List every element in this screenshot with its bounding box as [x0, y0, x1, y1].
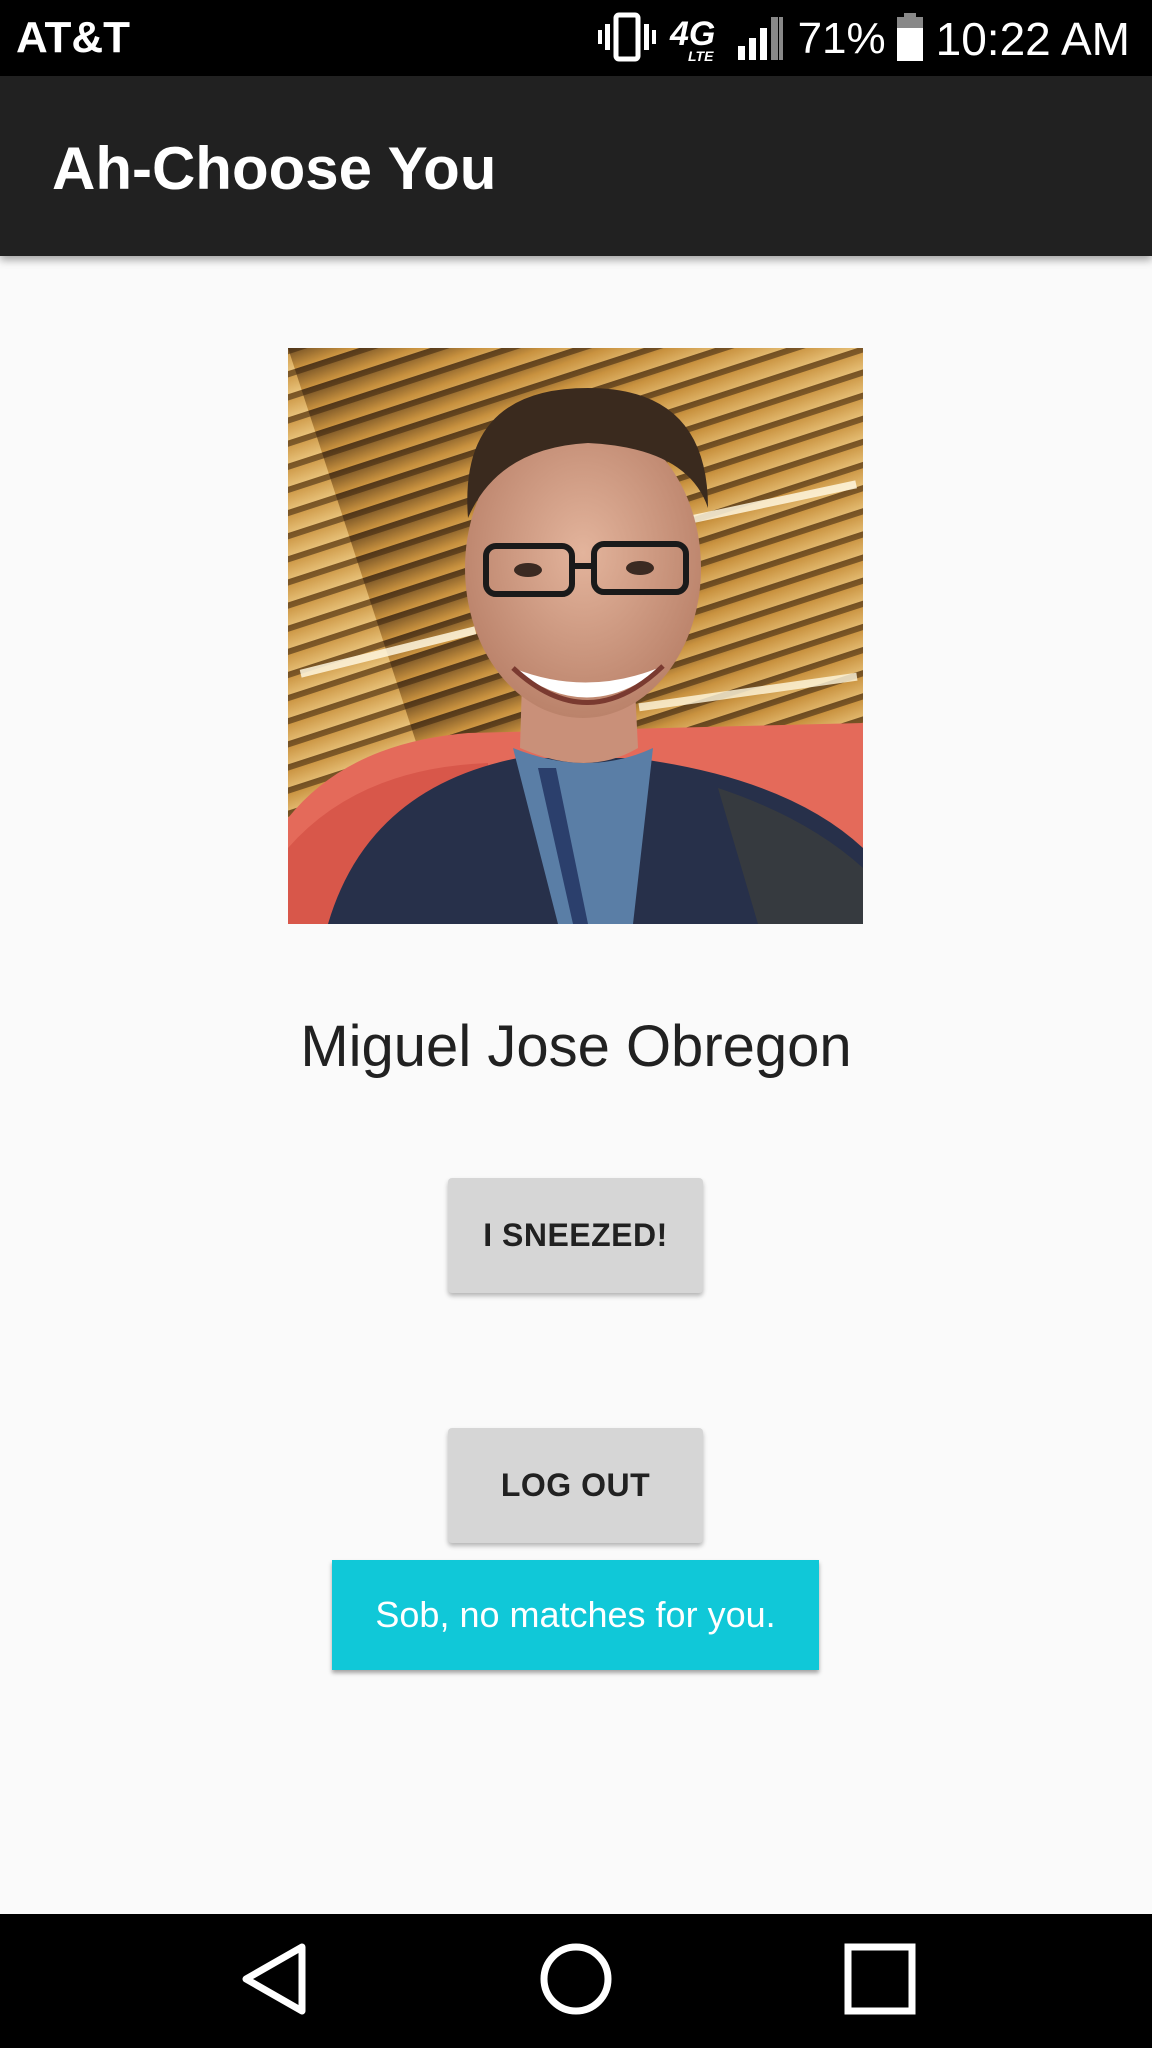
home-icon — [536, 1939, 616, 2024]
back-button[interactable] — [174, 1914, 374, 2048]
back-icon — [234, 1939, 314, 2024]
home-button[interactable] — [476, 1914, 676, 2048]
recents-icon — [840, 1939, 920, 2024]
battery-percent: 71% — [797, 14, 886, 63]
log-out-button[interactable]: LOG OUT — [448, 1428, 703, 1543]
toast-message: Sob, no matches for you. — [332, 1560, 819, 1670]
app-bar: Ah-Choose You — [0, 76, 1152, 256]
app-title: Ah-Choose You — [52, 135, 497, 202]
navigation-bar — [0, 1914, 1152, 2048]
signal-icon — [736, 12, 786, 67]
sneezed-button[interactable]: I SNEEZED! — [448, 1178, 703, 1293]
network-sub-label: LTE — [688, 48, 714, 63]
status-time: 10:22 AM — [935, 13, 1130, 65]
vibrate-icon — [597, 12, 656, 67]
user-name: Miguel Jose Obregon — [300, 1014, 852, 1079]
recents-button[interactable] — [780, 1914, 980, 2048]
carrier-label: AT&T — [16, 13, 131, 62]
network-4g-lte-icon: 4G LTE — [668, 11, 724, 68]
status-icons: 4G LTE 71% 10:22 AM — [597, 10, 1130, 68]
battery-icon — [896, 12, 924, 67]
profile-photo — [288, 348, 863, 924]
status-bar: AT&T 4G LTE 71% 10:22 AM — [0, 0, 1152, 76]
